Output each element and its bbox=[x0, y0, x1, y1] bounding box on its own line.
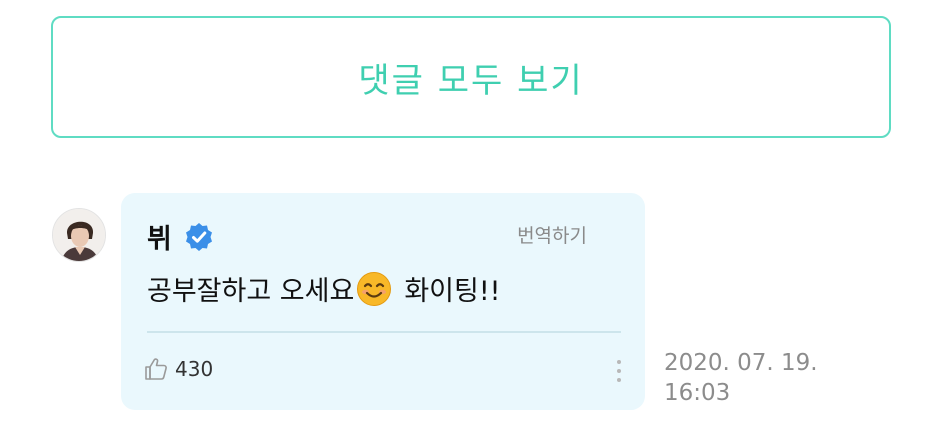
vertical-dots-icon[interactable] bbox=[609, 356, 629, 386]
comment-date: 2020. 07. 19. bbox=[664, 350, 818, 376]
comment-text-part2: 화이팅!! bbox=[404, 276, 501, 307]
thumbs-up-icon bbox=[143, 356, 169, 382]
translate-button[interactable]: 번역하기 bbox=[517, 221, 587, 248]
view-all-comments-label: 댓글 모두 보기 bbox=[358, 60, 584, 101]
smiling-face-icon bbox=[356, 271, 392, 307]
comment-timestamp: 2020. 07. 19. 16:03 bbox=[664, 348, 818, 408]
comment-bubble: 뷔 번역하기 공부잘하고 오세요 화이팅!! 430 bbox=[121, 193, 645, 410]
comment-time: 16:03 bbox=[664, 380, 731, 406]
like-count: 430 bbox=[175, 357, 214, 381]
avatar[interactable] bbox=[52, 208, 106, 262]
like-button[interactable]: 430 bbox=[143, 356, 213, 382]
comment-text-part1: 공부잘하고 오세요 bbox=[147, 276, 355, 307]
view-all-comments-button[interactable]: 댓글 모두 보기 bbox=[51, 16, 891, 138]
avatar-image bbox=[53, 209, 105, 261]
verified-check-icon bbox=[184, 222, 214, 252]
comment-text: 공부잘하고 오세요 화이팅!! bbox=[147, 269, 500, 308]
comment-author-name[interactable]: 뷔 bbox=[147, 217, 172, 256]
comment-divider bbox=[147, 331, 621, 333]
comment-author-row: 뷔 bbox=[147, 217, 214, 256]
